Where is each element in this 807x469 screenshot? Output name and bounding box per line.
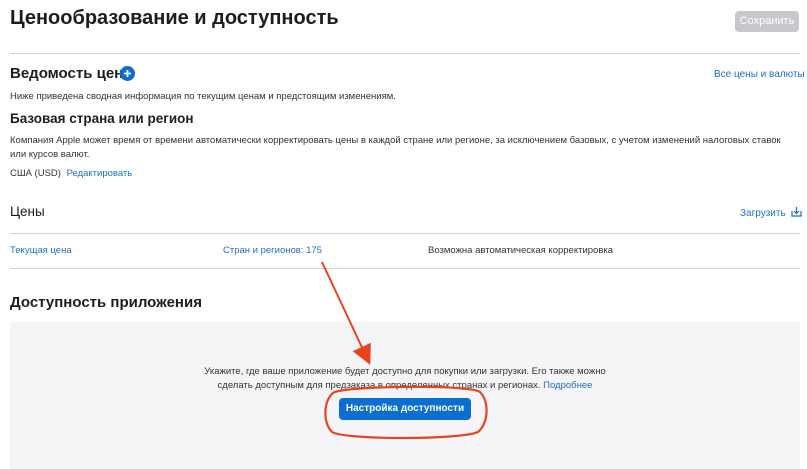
divider (10, 268, 800, 269)
prices-title: Цены (10, 204, 45, 219)
setup-availability-button[interactable]: Настройка доступности (339, 398, 471, 420)
base-country-title: Базовая страна или регион (10, 111, 194, 126)
base-country-description: Компания Apple может время от времени ав… (10, 135, 781, 160)
add-icon[interactable] (120, 66, 135, 81)
all-prices-link[interactable]: Все цены и валюты (714, 69, 805, 80)
page-title: Ценообразование и доступность (10, 7, 339, 29)
save-button[interactable]: Сохранить (735, 11, 799, 32)
base-country-currency-row: США (USD) Редактировать (10, 167, 132, 181)
more-link[interactable]: Подробнее (543, 380, 592, 391)
upload-icon (791, 206, 802, 220)
price-schedule-description: Ниже приведена сводная информация по тек… (10, 91, 396, 102)
price-schedule-title: Ведомость цен (10, 65, 124, 82)
availability-panel: Укажите, где ваше приложение будет досту… (10, 322, 800, 469)
divider (10, 233, 800, 234)
availability-description: Укажите, где ваше приложение будет досту… (204, 366, 606, 391)
currency-value: США (USD) (10, 168, 61, 179)
divider (10, 53, 800, 54)
upload-button[interactable]: Загрузить (740, 206, 802, 220)
upload-label: Загрузить (740, 207, 786, 219)
current-price-link[interactable]: Текущая цена (10, 245, 72, 256)
availability-title: Доступность приложения (10, 294, 202, 311)
edit-link[interactable]: Редактировать (67, 168, 133, 179)
auto-adjust-text: Возможна автоматическая корректировка (428, 245, 614, 256)
countries-link[interactable]: Стран и регионов: 175 (223, 245, 322, 256)
